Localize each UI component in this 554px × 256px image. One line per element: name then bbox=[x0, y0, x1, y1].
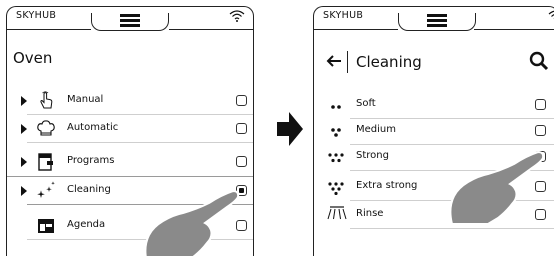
drops-5-icon bbox=[328, 153, 344, 163]
shower-icon bbox=[327, 206, 347, 220]
list-item-label: Automatic bbox=[67, 122, 119, 133]
drops-2-icon bbox=[331, 105, 341, 109]
hand-pointer-icon bbox=[40, 91, 53, 109]
select-checkbox[interactable] bbox=[236, 123, 247, 134]
select-checkbox[interactable] bbox=[236, 156, 247, 167]
list-item-label: Soft bbox=[356, 98, 376, 109]
brand-label: SKYHUB bbox=[16, 10, 57, 21]
status-bar: SKYHUB bbox=[7, 7, 253, 33]
hamburger-menu-icon[interactable] bbox=[427, 14, 447, 27]
chef-hat-icon bbox=[37, 120, 55, 136]
list-item-medium[interactable]: Medium bbox=[314, 117, 554, 145]
list-item-label: Strong bbox=[356, 150, 389, 161]
list-item-label: Cleaning bbox=[67, 184, 111, 195]
list-item-label: Medium bbox=[356, 124, 396, 135]
program-card-icon bbox=[38, 153, 53, 171]
list-item-label: Manual bbox=[67, 94, 104, 105]
page-title: Oven bbox=[13, 49, 53, 67]
sparkle-icon bbox=[37, 181, 55, 198]
brand-label: SKYHUB bbox=[323, 10, 364, 21]
hamburger-menu-icon[interactable] bbox=[120, 14, 140, 27]
oven-screen: SKYHUB Oven Manual Automatic Programs Cl… bbox=[6, 6, 254, 256]
calendar-icon bbox=[38, 219, 54, 233]
expand-caret-icon[interactable] bbox=[21, 157, 27, 167]
list-item-manual[interactable]: Manual bbox=[7, 87, 253, 115]
list-item-label: Agenda bbox=[67, 219, 106, 230]
back-arrow-icon[interactable] bbox=[326, 53, 342, 69]
expand-caret-icon[interactable] bbox=[21, 186, 27, 196]
pointing-hand-icon bbox=[144, 189, 240, 256]
drops-6-icon bbox=[328, 182, 344, 195]
list-item-label: Programs bbox=[67, 155, 115, 166]
cleaning-screen: SKYHUB Cleaning Soft Medium Strong Extra… bbox=[313, 6, 554, 256]
list-item-programs[interactable]: Programs bbox=[7, 148, 253, 176]
select-checkbox[interactable] bbox=[236, 95, 247, 106]
page-title: Cleaning bbox=[356, 53, 422, 71]
pointing-hand-icon bbox=[449, 150, 545, 224]
expand-caret-icon[interactable] bbox=[21, 124, 27, 134]
arrow-right-icon bbox=[277, 112, 303, 146]
select-checkbox[interactable] bbox=[535, 125, 546, 136]
drops-3-icon bbox=[331, 128, 341, 137]
list-item-label: Extra strong bbox=[356, 180, 418, 191]
wifi-icon bbox=[548, 10, 554, 19]
expand-caret-icon[interactable] bbox=[21, 96, 27, 106]
status-bar: SKYHUB bbox=[314, 7, 554, 33]
list-item-label: Rinse bbox=[356, 208, 384, 219]
list-item-soft[interactable]: Soft bbox=[314, 91, 554, 119]
select-checkbox[interactable] bbox=[535, 99, 546, 110]
screen-header: Cleaning bbox=[314, 47, 554, 77]
list-item-automatic[interactable]: Automatic bbox=[7, 115, 253, 143]
search-icon[interactable] bbox=[528, 50, 550, 72]
wifi-icon bbox=[229, 10, 245, 22]
